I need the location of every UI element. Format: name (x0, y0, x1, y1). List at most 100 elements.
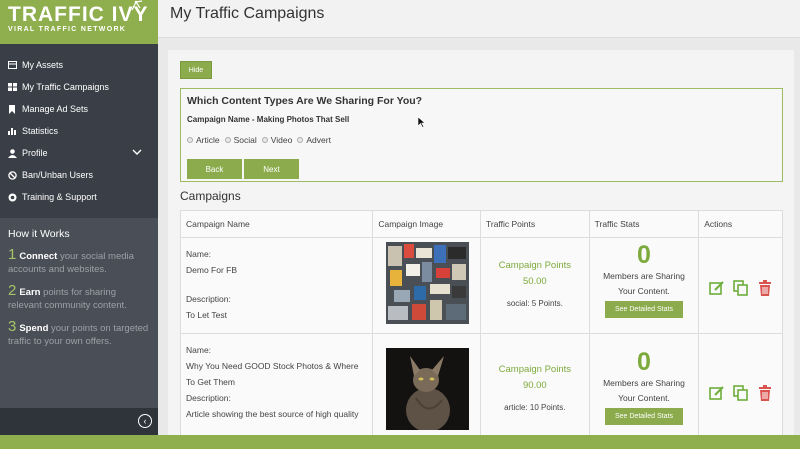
sidebar: TRAFFIC IVY VIRAL TRAFFIC NETWORK My Ass… (0, 0, 158, 435)
sidebar-item-label: Manage Ad Sets (22, 104, 89, 114)
campaign-points-label: Campaign Points (498, 364, 572, 375)
copy-icon[interactable] (732, 384, 750, 402)
campaign-description: Article showing the best source of high … (186, 409, 359, 419)
sidebar-item-ban-unban-users[interactable]: Ban/Unban Users (0, 164, 158, 186)
sidebar-item-label: My Assets (22, 60, 64, 70)
bookmark-icon (7, 104, 17, 114)
content-type-options: Article Social Video Advert (187, 135, 776, 145)
step-number: 1 (8, 246, 17, 263)
sidebar-collapse-bar: ‹ (0, 408, 158, 435)
collapse-arrow-icon[interactable]: ‹ (138, 414, 152, 428)
actions-cell (699, 238, 782, 333)
support-icon (7, 193, 17, 202)
members-sharing-text: Your Content. (618, 393, 670, 403)
content-types-box: Which Content Types Are We Sharing For Y… (180, 88, 783, 182)
campaign-points-value: 50.00 (522, 276, 547, 287)
name-label: Name: (186, 249, 212, 259)
how-step: 2 Earn points for sharing relevant commun… (8, 282, 150, 312)
radio-circle[interactable] (297, 137, 304, 143)
see-detailed-stats-button[interactable]: See Detailed Stats (604, 301, 683, 318)
campaign-description: To Let Test (186, 310, 227, 320)
sidebar-item-label: Training & Support (22, 192, 97, 202)
edit-icon[interactable] (708, 384, 726, 402)
bar-chart-icon (7, 127, 17, 136)
sidebar-item-training-support[interactable]: Training & Support (0, 186, 158, 208)
members-sharing-count: 0 (637, 348, 651, 376)
mouse-cursor-icon (418, 117, 426, 128)
campaign-name-cell: Name: Why You Need GOOD Stock Photos & W… (181, 334, 374, 435)
radio-article[interactable]: Article (187, 135, 220, 145)
radio-circle[interactable] (224, 137, 231, 143)
description-label: Description: (186, 294, 231, 304)
campaign-image (386, 242, 470, 324)
step-keyword: Connect (19, 251, 58, 262)
sidebar-nav: My Assets My Traffic Campaigns Manage Ad… (0, 44, 158, 208)
step-number: 3 (8, 318, 17, 335)
sidebar-item-my-traffic-campaigns[interactable]: My Traffic Campaigns (0, 76, 158, 98)
main-panel: Hide Which Content Types Are We Sharing … (168, 50, 794, 435)
radio-advert[interactable]: Advert (297, 135, 331, 145)
leaf-icon (131, 0, 143, 11)
step-keyword: Earn (19, 287, 41, 298)
radio-circle[interactable] (261, 137, 268, 143)
campaign-image (386, 348, 470, 430)
radio-label: Video (270, 135, 293, 145)
column-header: Traffic Stats (590, 211, 700, 237)
trash-icon[interactable] (756, 384, 774, 402)
traffic-stats-cell: 0 Members are Sharing Your Content. See … (590, 334, 700, 435)
trash-icon[interactable] (756, 279, 774, 297)
brand-tagline: VIRAL TRAFFIC NETWORK (8, 26, 127, 33)
column-header: Campaign Name (181, 211, 374, 237)
radio-label: Advert (306, 135, 331, 145)
how-it-works-title: How it Works (8, 228, 70, 240)
step-number: 2 (8, 282, 17, 299)
traffic-stats-cell: 0 Members are Sharing Your Content. See … (590, 238, 700, 333)
table-header: Campaign Name Campaign Image Traffic Poi… (181, 211, 782, 238)
campaign-image-cell (373, 334, 482, 435)
column-header: Campaign Image (373, 211, 481, 237)
hide-button[interactable]: Hide (180, 61, 212, 79)
sidebar-item-my-assets[interactable]: My Assets (0, 54, 158, 76)
campaigns-heading: Campaigns (180, 189, 241, 203)
members-sharing-text: Members are Sharing (603, 271, 685, 281)
how-it-works-panel: How it Works 1 Connect your social media … (0, 218, 158, 408)
description-label: Description: (186, 393, 231, 403)
name-label: Name: (186, 345, 212, 355)
next-button[interactable]: Next (244, 159, 299, 179)
radio-label: Article (196, 135, 220, 145)
content-types-title: Which Content Types Are We Sharing For Y… (187, 95, 423, 107)
grid-icon (7, 83, 17, 92)
see-detailed-stats-button[interactable]: See Detailed Stats (604, 408, 683, 425)
how-step: 3 Spend your points on targeted traffic t… (8, 318, 150, 348)
column-header: Traffic Points (481, 211, 590, 237)
brand-logo[interactable]: TRAFFIC IVY VIRAL TRAFFIC NETWORK (0, 0, 158, 44)
ban-icon (7, 170, 17, 180)
sidebar-item-label: My Traffic Campaigns (22, 82, 109, 92)
radio-video[interactable]: Video (261, 135, 293, 145)
table-row: Name: Why You Need GOOD Stock Photos & W… (181, 334, 782, 435)
back-button[interactable]: Back (187, 159, 242, 179)
copy-icon[interactable] (732, 279, 750, 297)
edit-icon[interactable] (708, 279, 726, 297)
members-sharing-text: Members are Sharing (603, 378, 685, 388)
sidebar-item-label: Profile (22, 148, 48, 158)
traffic-points-cell: Campaign Points 90.00 article: 10 Points… (481, 334, 590, 435)
step-keyword: Spend (19, 323, 49, 334)
sidebar-item-label: Statistics (22, 126, 59, 136)
campaign-points-value: 90.00 (522, 380, 547, 391)
radio-social[interactable]: Social (224, 135, 257, 145)
sidebar-item-manage-ad-sets[interactable]: Manage Ad Sets (0, 98, 158, 120)
chevron-down-icon[interactable] (132, 147, 142, 158)
campaign-name: Why You Need GOOD Stock Photos & Where T… (186, 361, 359, 387)
radio-circle[interactable] (187, 137, 193, 143)
members-sharing-text: Your Content. (618, 286, 670, 296)
campaigns-table: Campaign Name Campaign Image Traffic Poi… (180, 210, 783, 435)
sidebar-item-statistics[interactable]: Statistics (0, 120, 158, 142)
campaign-name-label: Campaign Name - Making Photos That Sell (187, 115, 350, 124)
sidebar-item-profile[interactable]: Profile (0, 142, 158, 164)
campaign-name-cell: Name: Demo For FB Description: To Let Te… (181, 238, 374, 333)
bottom-accent-bar (0, 435, 800, 449)
points-note: social: 5 Points. (506, 299, 563, 308)
radio-label: Social (233, 135, 257, 145)
campaign-name: Demo For FB (186, 265, 238, 275)
